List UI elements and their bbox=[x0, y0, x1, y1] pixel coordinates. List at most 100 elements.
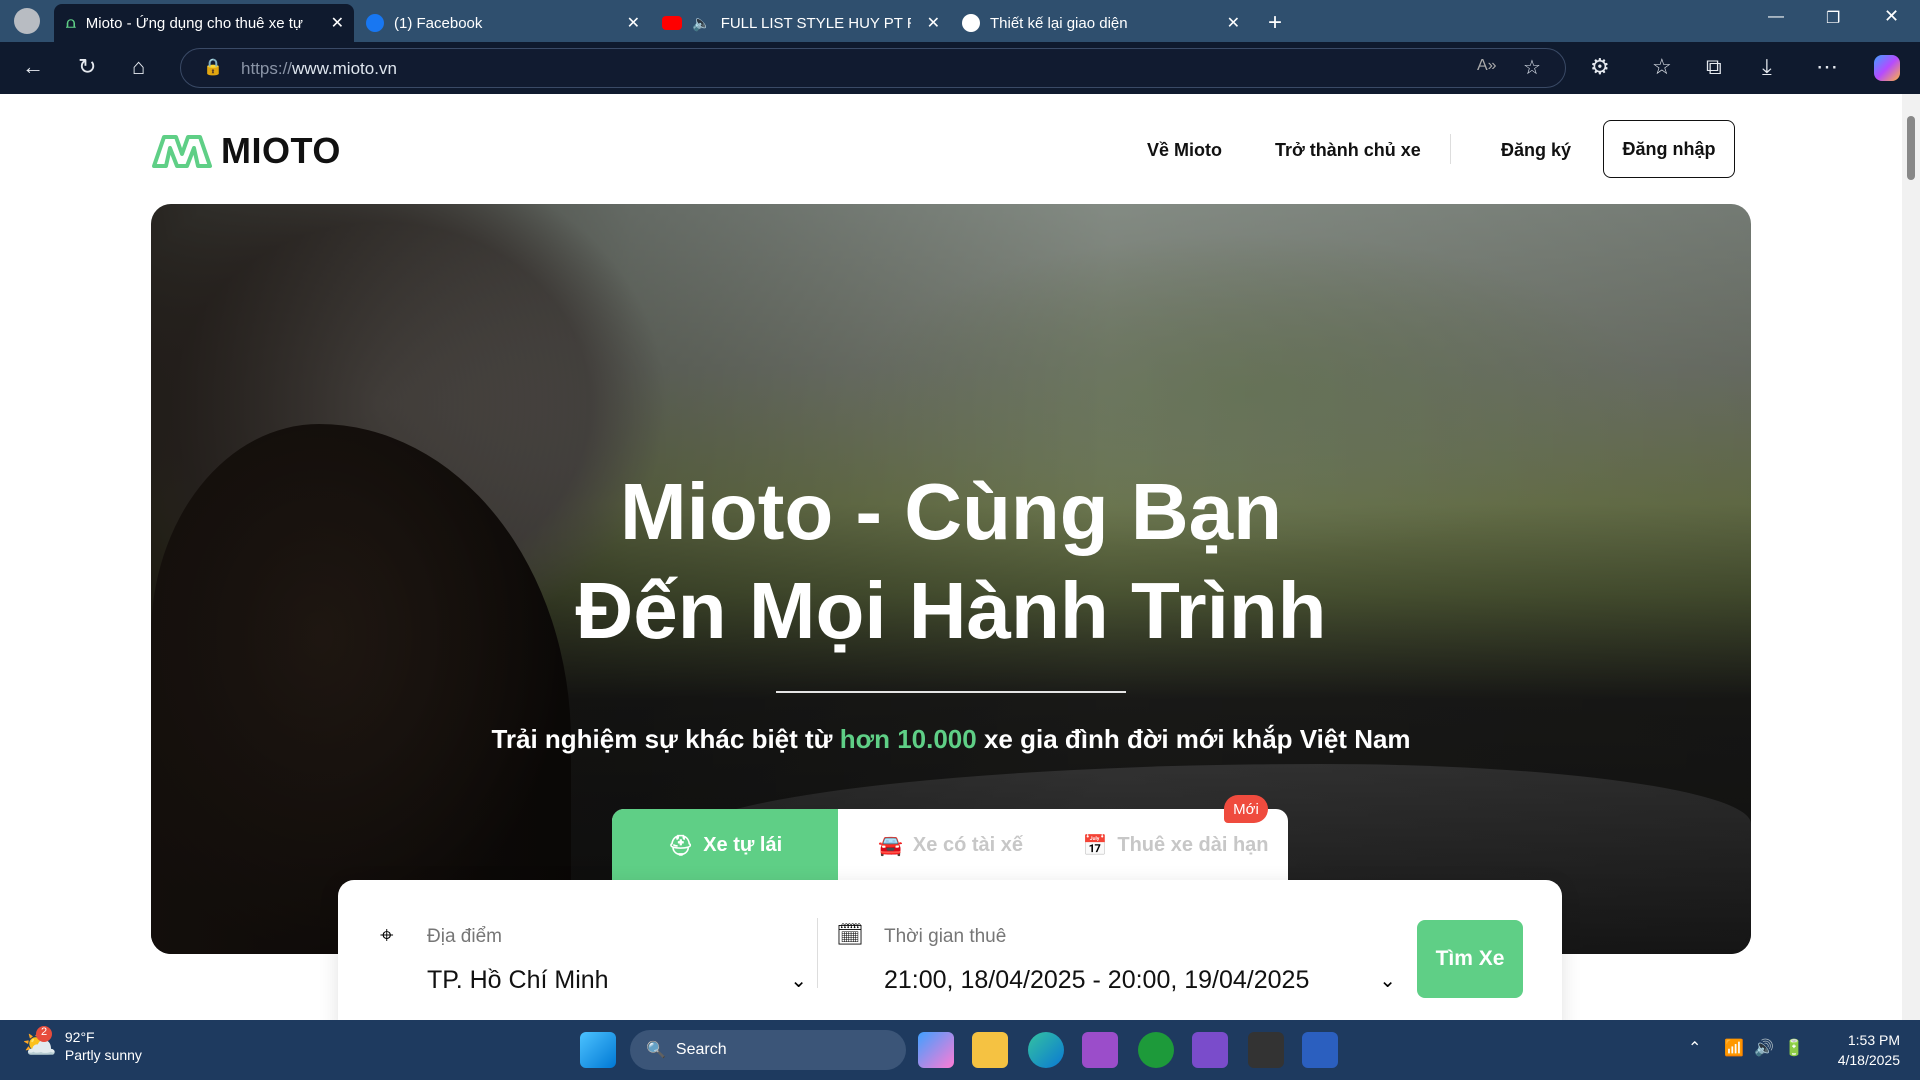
nav-about[interactable]: Về Mioto bbox=[1147, 140, 1222, 161]
hero-subtitle: Trải nghiệm sự khác biệt từ hơn 10.000 x… bbox=[151, 724, 1751, 755]
close-tab-icon[interactable]: ✕ bbox=[1227, 13, 1240, 33]
lock-icon[interactable]: 🔒 bbox=[203, 57, 223, 77]
read-aloud-icon[interactable]: A» bbox=[1477, 57, 1497, 75]
profile-avatar[interactable] bbox=[14, 8, 40, 34]
time-select[interactable]: 21:00, 18/04/2025 - 20:00, 19/04/2025 ⌄ bbox=[884, 960, 1396, 1004]
tab-title: (1) Facebook bbox=[394, 14, 483, 32]
url-host: www.mioto.vn bbox=[292, 59, 397, 78]
hero-divider bbox=[776, 691, 1126, 693]
field-divider bbox=[817, 918, 818, 988]
clock-date: 4/18/2025 bbox=[1837, 1052, 1900, 1068]
time-value: 21:00, 18/04/2025 - 20:00, 19/04/2025 bbox=[884, 966, 1310, 994]
nav-register[interactable]: Đăng ký bbox=[1501, 140, 1571, 161]
copilot-taskbar-icon[interactable] bbox=[918, 1032, 954, 1068]
edge-icon[interactable] bbox=[1028, 1032, 1064, 1068]
service-tabs: ⛑ Xe tự lái 🚘 Xe có tài xế 📅 Thuê xe dài hạ… bbox=[612, 809, 1288, 881]
facebook-icon bbox=[366, 14, 384, 32]
logo-text: MIOTO bbox=[221, 130, 341, 171]
notification-badge: 2 bbox=[36, 1026, 52, 1042]
close-tab-icon[interactable]: ✕ bbox=[627, 13, 640, 33]
search-label: Search bbox=[675, 1041, 727, 1058]
location-pin-icon: ⌖ bbox=[380, 922, 394, 949]
close-tab-icon[interactable]: ✕ bbox=[927, 13, 940, 33]
tab-mioto[interactable]: ⩍ Mioto - Ứng dụng cho thuê xe tự ✕ bbox=[54, 4, 354, 42]
mioto-logo[interactable]: MIOTO bbox=[151, 130, 341, 172]
tab-title: Mioto - Ứng dụng cho thuê xe tự bbox=[85, 14, 303, 32]
search-card: ⌖ Địa điểm TP. Hồ Chí Minh ⌄ 🗓 Thời gian… bbox=[338, 880, 1562, 1020]
tray-chevron-icon[interactable]: ⌃ bbox=[1688, 1038, 1701, 1058]
location-label: Địa điểm bbox=[427, 926, 502, 947]
windows-start-icon[interactable] bbox=[580, 1032, 616, 1068]
wifi-icon[interactable]: 📶 bbox=[1724, 1038, 1744, 1058]
xbox-icon[interactable] bbox=[1138, 1032, 1174, 1068]
subtitle-text: xe gia đình đời mới khắp Việt Nam bbox=[976, 724, 1411, 754]
calendar-icon: 🗓 bbox=[836, 922, 864, 947]
location-value: TP. Hồ Chí Minh bbox=[427, 966, 609, 994]
copilot-icon[interactable] bbox=[1874, 55, 1900, 81]
time-label: Thời gian thuê bbox=[884, 926, 1007, 947]
scrollbar[interactable] bbox=[1902, 94, 1920, 1020]
car-driver-icon: 🚘 bbox=[878, 834, 903, 857]
find-car-button[interactable]: Tìm Xe bbox=[1417, 920, 1523, 998]
youtube-icon bbox=[662, 16, 682, 30]
favorites-icon[interactable]: ☆ bbox=[1652, 54, 1672, 80]
new-badge: Mới bbox=[1224, 795, 1268, 823]
tab-youtube[interactable]: 🔈 FULL LIST STYLE HUY PT REM ✕ bbox=[650, 4, 950, 42]
browser-tab-bar: ⩍ Mioto - Ứng dụng cho thuê xe tự ✕ (1) … bbox=[0, 0, 1920, 42]
login-button[interactable]: Đăng nhập bbox=[1603, 120, 1735, 178]
url-text: https://www.mioto.vn bbox=[241, 59, 397, 79]
tab-title: FULL LIST STYLE HUY PT REM bbox=[720, 14, 911, 32]
self-drive-icon: ⛑ bbox=[667, 834, 694, 857]
subtitle-highlight: hơn 10.000 bbox=[839, 724, 977, 754]
clock[interactable]: 1:53 PM 4/18/2025 bbox=[1820, 1030, 1900, 1070]
back-icon[interactable]: ← bbox=[22, 54, 44, 80]
mioto-favicon: ⩍ bbox=[66, 14, 76, 32]
scrollbar-thumb[interactable] bbox=[1907, 116, 1915, 180]
chatgpt-icon bbox=[962, 14, 980, 32]
visual-studio-icon[interactable] bbox=[1192, 1032, 1228, 1068]
taskbar: ⛅ 2 92°F Partly sunny 🔍 Search ⌃ 📶 🔊 🔋 1:5… bbox=[0, 1020, 1920, 1080]
tab-label: Xe tự lái bbox=[703, 833, 783, 856]
collections-icon[interactable]: ⧉ bbox=[1706, 54, 1722, 80]
word-icon[interactable] bbox=[1302, 1032, 1338, 1068]
chevron-down-icon: ⌄ bbox=[1379, 970, 1396, 992]
app-icon[interactable] bbox=[1082, 1032, 1118, 1068]
volume-icon[interactable]: 🔊 bbox=[1754, 1038, 1774, 1058]
restore-button[interactable]: ❐ bbox=[1826, 8, 1840, 28]
tab-label: Thuê xe dài hạn bbox=[1117, 833, 1269, 856]
location-select[interactable]: TP. Hồ Chí Minh ⌄ bbox=[427, 960, 807, 1004]
terminal-icon[interactable] bbox=[1248, 1032, 1284, 1068]
extensions-icon[interactable]: ⚙ bbox=[1590, 54, 1610, 80]
file-explorer-icon[interactable] bbox=[972, 1032, 1008, 1068]
subtitle-text: Trải nghiệm sự khác biệt từ bbox=[491, 724, 840, 754]
tab-chatgpt[interactable]: Thiết kế lại giao diện ✕ bbox=[950, 4, 1250, 42]
favorite-star-icon[interactable]: ☆ bbox=[1523, 55, 1541, 80]
tab-with-driver[interactable]: 🚘 Xe có tài xế bbox=[838, 809, 1063, 881]
url-scheme: https:// bbox=[241, 59, 293, 78]
minimize-button[interactable]: — bbox=[1768, 8, 1784, 26]
calendar-icon: 📅 bbox=[1082, 834, 1108, 857]
tab-facebook[interactable]: (1) Facebook ✕ bbox=[354, 4, 650, 42]
hero-title-line1: Mioto - Cùng Bạn bbox=[619, 467, 1283, 556]
url-input[interactable]: 🔒 https://www.mioto.vn A» ☆ bbox=[180, 48, 1566, 88]
weather-temp: 92°F bbox=[64, 1029, 95, 1045]
speaker-icon[interactable]: 🔈 bbox=[692, 14, 711, 32]
more-icon[interactable]: ⋯ bbox=[1816, 54, 1838, 80]
tab-self-drive[interactable]: ⛑ Xe tự lái bbox=[612, 809, 838, 881]
taskbar-search[interactable]: 🔍 Search bbox=[630, 1030, 906, 1070]
weather-widget[interactable]: ⛅ 2 92°F Partly sunny bbox=[22, 1026, 142, 1064]
search-icon: 🔍 bbox=[646, 1042, 666, 1059]
battery-icon[interactable]: 🔋 bbox=[1784, 1038, 1804, 1058]
close-tab-icon[interactable]: ✕ bbox=[331, 13, 344, 33]
home-icon[interactable]: ⌂ bbox=[132, 54, 145, 80]
page: MIOTO Về Mioto Trở thành chủ xe Đăng ký … bbox=[0, 94, 1902, 1020]
hero-title-line2: Đến Mọi Hành Trình bbox=[575, 566, 1327, 655]
refresh-icon[interactable]: ↻ bbox=[78, 54, 96, 80]
download-icon[interactable]: ⤓ bbox=[1762, 54, 1772, 80]
chevron-down-icon: ⌄ bbox=[790, 970, 807, 992]
nav-divider bbox=[1450, 134, 1451, 164]
tab-title: Thiết kế lại giao diện bbox=[990, 14, 1128, 32]
nav-become-owner[interactable]: Trở thành chủ xe bbox=[1275, 140, 1421, 161]
close-window-button[interactable]: ✕ bbox=[1884, 6, 1899, 27]
new-tab-button[interactable]: + bbox=[1256, 4, 1294, 42]
